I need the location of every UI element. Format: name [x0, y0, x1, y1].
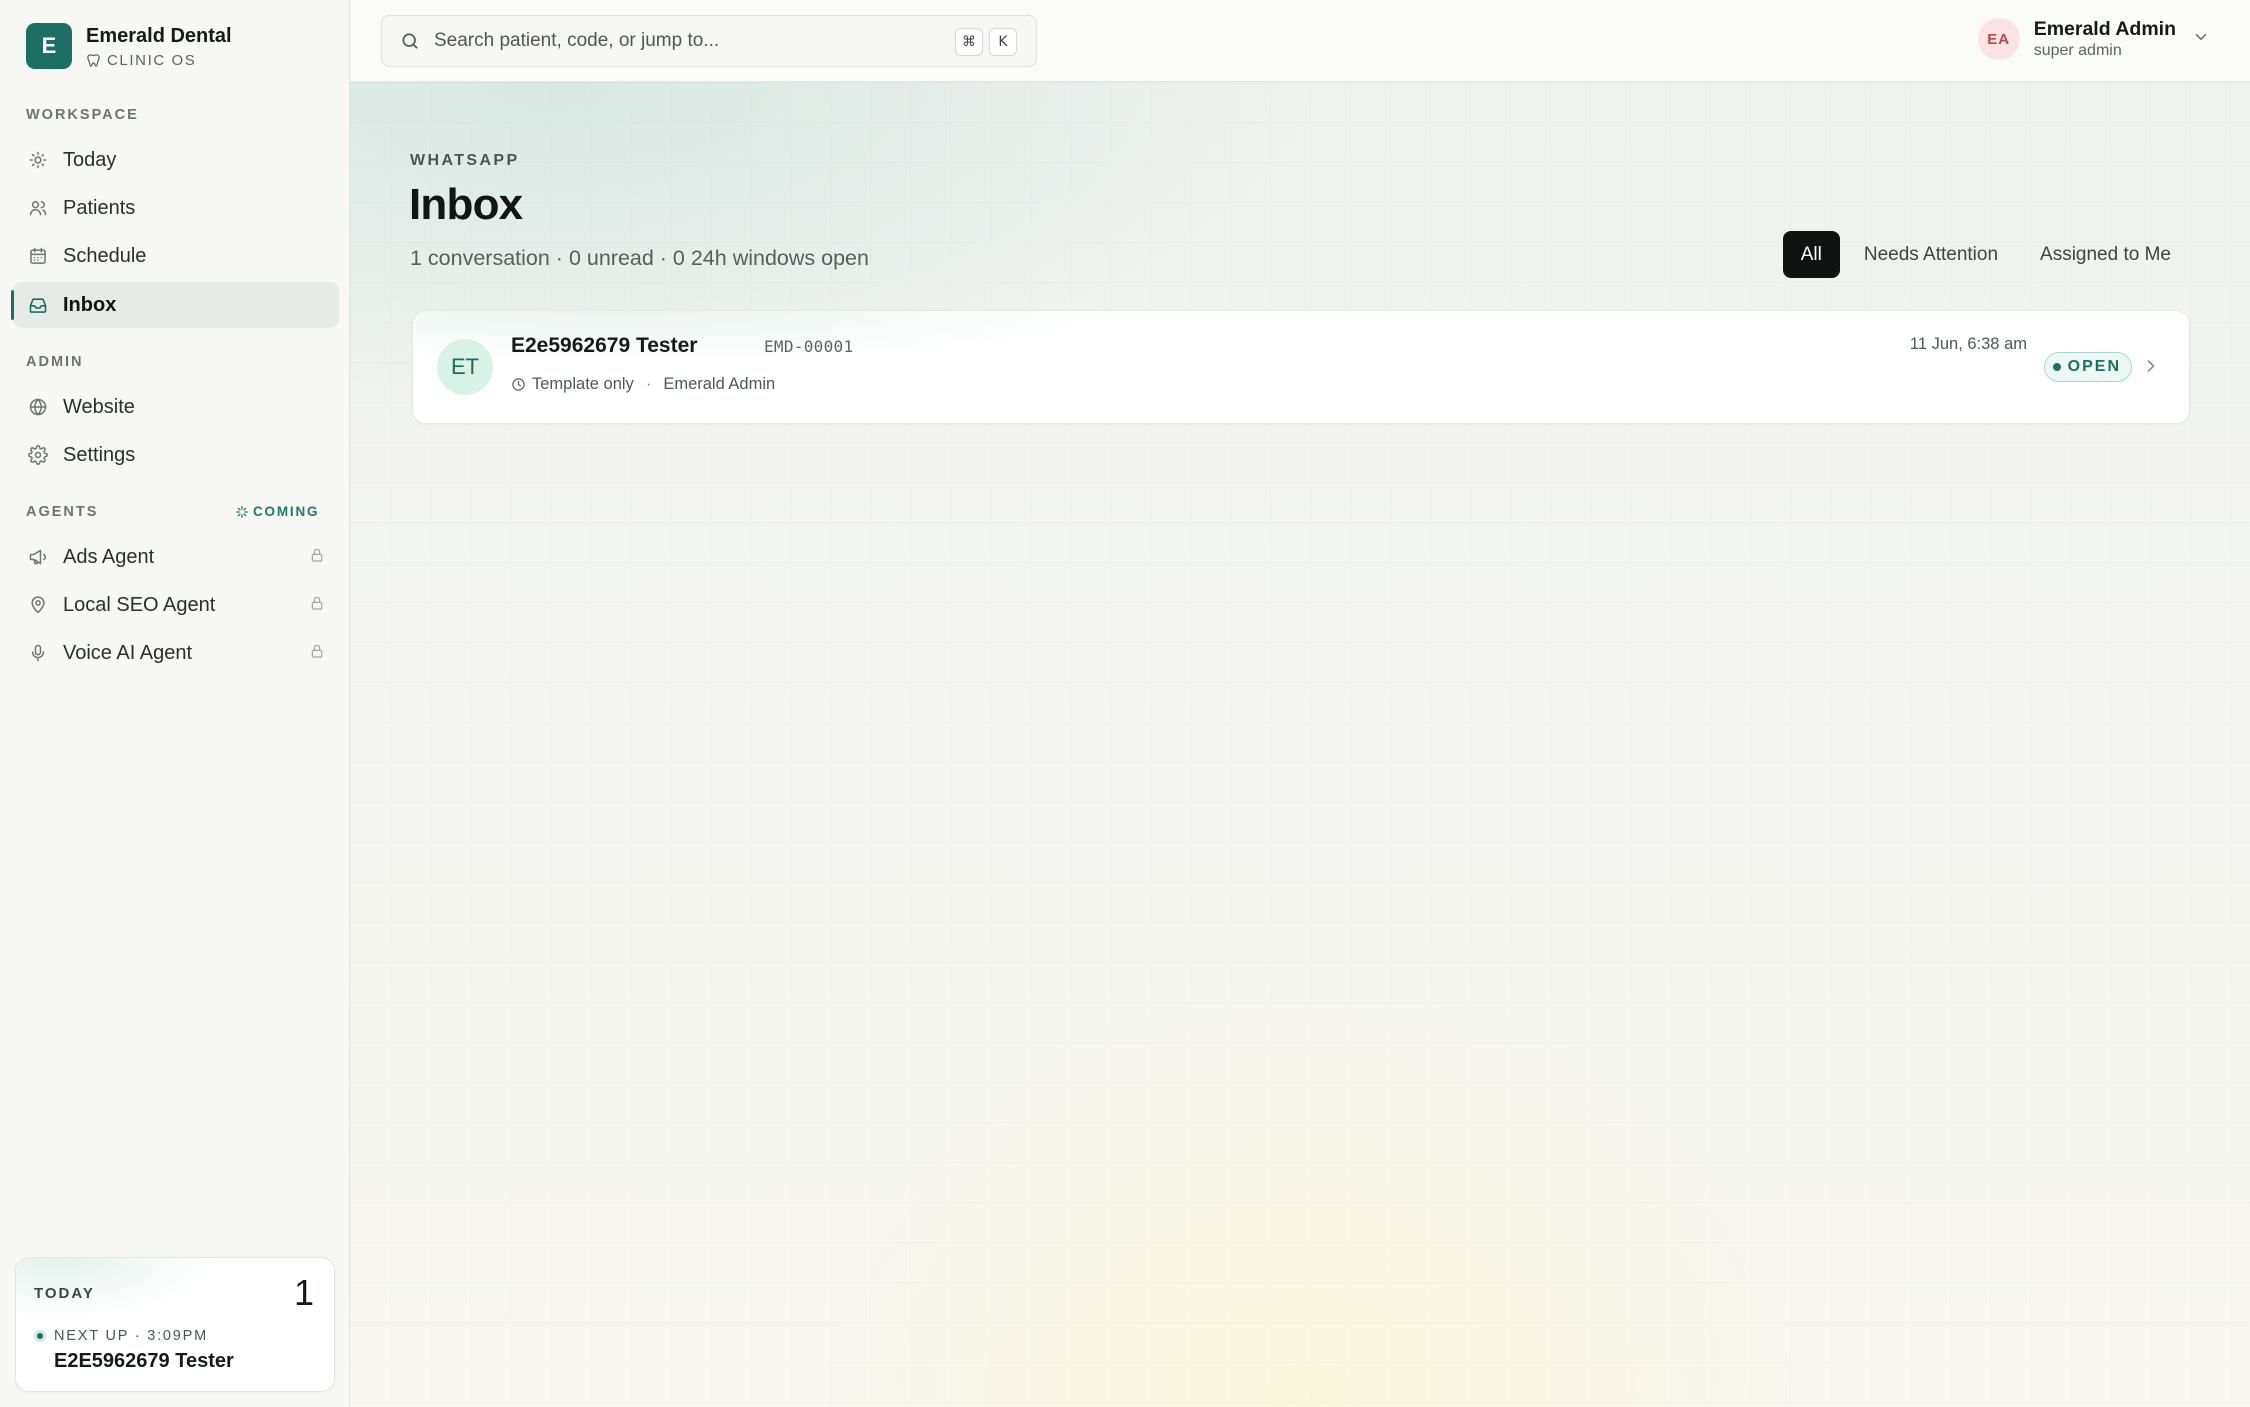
brand-name: Emerald Dental: [86, 25, 232, 47]
next-up-dot: [34, 1330, 46, 1342]
sidebar-item-label: Settings: [63, 443, 136, 466]
conversation-assignee: Emerald Admin: [663, 375, 776, 393]
clock-icon: [512, 378, 525, 391]
sidebar-item-voice-ai-agent[interactable]: Voice AI Agent: [13, 630, 339, 676]
gear-icon: [27, 444, 49, 466]
search-icon: [402, 33, 418, 49]
avatar: EA: [1977, 18, 2020, 60]
shortcut-mod-key: ⌘: [955, 28, 983, 56]
globe-icon: [27, 396, 49, 418]
lock-icon: [309, 595, 325, 616]
sidebar-item-patients[interactable]: Patients: [13, 185, 339, 231]
sparkle-icon: [236, 505, 248, 518]
patient-code: EMD-00001: [764, 337, 854, 356]
section-label-agents: AGENTS: [26, 504, 99, 520]
inbox-summary: 1 conversation · 0 unread · 0 24h window…: [410, 246, 869, 270]
next-up-patient: E2E5962679 Tester: [54, 1350, 234, 1372]
topbar: ⌘ K EA Emerald Admin super admin: [350, 0, 2250, 82]
today-card-label: TODAY: [34, 1285, 95, 1302]
filter-tab-needs-attention[interactable]: Needs Attention: [1846, 231, 2016, 278]
status-badge: OPEN: [2043, 352, 2132, 382]
main-content: ⌘ K EA Emerald Admin super admin WHATSAP…: [350, 0, 2250, 1407]
conversation-mode: Template only: [532, 375, 634, 393]
today-card-count: 1: [293, 1272, 314, 1313]
shortcut-k-key: K: [989, 28, 1017, 56]
megaphone-icon: [27, 546, 49, 568]
next-up-label: NEXT UP · 3:09PM: [54, 1328, 208, 1344]
user-name: Emerald Admin: [2033, 18, 2176, 40]
sidebar-item-label: Website: [63, 395, 135, 418]
conversation-name: E2e5962679 Tester: [511, 334, 698, 357]
sun-icon: [27, 149, 49, 171]
lock-icon: [309, 643, 325, 664]
sidebar-item-website[interactable]: Website: [13, 384, 339, 430]
avatar: ET: [437, 339, 493, 395]
sidebar-item-label: Inbox: [63, 293, 117, 316]
sidebar: E Emerald Dental CLINIC OS WORKSPACE Tod…: [0, 0, 350, 1407]
brand-logo: E: [26, 23, 72, 69]
sidebar-item-schedule[interactable]: Schedule: [13, 233, 339, 279]
map-pin-icon: [27, 594, 49, 616]
section-label-workspace: WORKSPACE: [26, 107, 139, 123]
sidebar-item-ads-agent[interactable]: Ads Agent: [13, 534, 339, 580]
today-card[interactable]: TODAY 1 NEXT UP · 3:09PM E2E5962679 Test…: [15, 1257, 335, 1392]
status-label: OPEN: [2067, 358, 2121, 375]
section-label-admin: ADMIN: [26, 354, 84, 370]
users-icon: [27, 197, 49, 219]
sidebar-item-inbox[interactable]: Inbox: [11, 282, 339, 328]
sidebar-item-label: Schedule: [63, 244, 147, 267]
user-role: super admin: [2033, 42, 2122, 59]
chevron-down-icon: [2192, 28, 2210, 51]
chevron-right-icon: [2141, 356, 2161, 381]
filter-tab-all[interactable]: All: [1782, 231, 1840, 278]
meta-separator: ·: [645, 375, 652, 393]
coming-badge: COMING: [235, 504, 319, 519]
conversation-row[interactable]: ET E2e5962679 Tester EMD-00001 Template …: [412, 310, 2190, 424]
tooth-icon: [87, 54, 100, 67]
inbox-icon: [27, 294, 49, 316]
brand-text: Emerald Dental CLINIC OS: [86, 23, 232, 69]
lock-icon: [309, 547, 325, 568]
user-menu[interactable]: EA Emerald Admin super admin: [1977, 17, 2210, 61]
mic-icon: [27, 642, 49, 664]
sidebar-item-today[interactable]: Today: [13, 137, 339, 183]
sidebar-item-label: Patients: [63, 196, 136, 219]
conversation-meta: Template only · Emerald Admin: [511, 375, 775, 394]
conversation-time: 11 Jun, 6:38 am: [1909, 335, 2027, 353]
coming-label: COMING: [253, 504, 320, 519]
filter-tab-assigned-to-me[interactable]: Assigned to Me: [2022, 231, 2189, 278]
search-input[interactable]: [434, 30, 934, 52]
page-title: Inbox: [409, 180, 523, 229]
sidebar-item-settings[interactable]: Settings: [13, 432, 339, 478]
sidebar-item-label: Local SEO Agent: [63, 593, 216, 616]
user-text: Emerald Admin super admin: [2034, 17, 2176, 61]
brand[interactable]: E Emerald Dental CLINIC OS: [26, 23, 232, 69]
page-eyebrow: WHATSAPP: [410, 152, 520, 169]
calendar-icon: [27, 245, 49, 267]
sidebar-item-label: Today: [63, 148, 117, 171]
brand-subtitle-text: CLINIC OS: [107, 52, 197, 69]
sidebar-item-label: Ads Agent: [63, 545, 155, 568]
sidebar-item-local-seo-agent[interactable]: Local SEO Agent: [13, 582, 339, 628]
sidebar-item-label: Voice AI Agent: [63, 641, 192, 664]
search-bar[interactable]: ⌘ K: [381, 15, 1037, 67]
brand-subtitle: CLINIC OS: [86, 52, 232, 69]
filter-tabs: All Needs Attention Assigned to Me: [1782, 231, 2189, 278]
status-dot: [2052, 363, 2061, 371]
